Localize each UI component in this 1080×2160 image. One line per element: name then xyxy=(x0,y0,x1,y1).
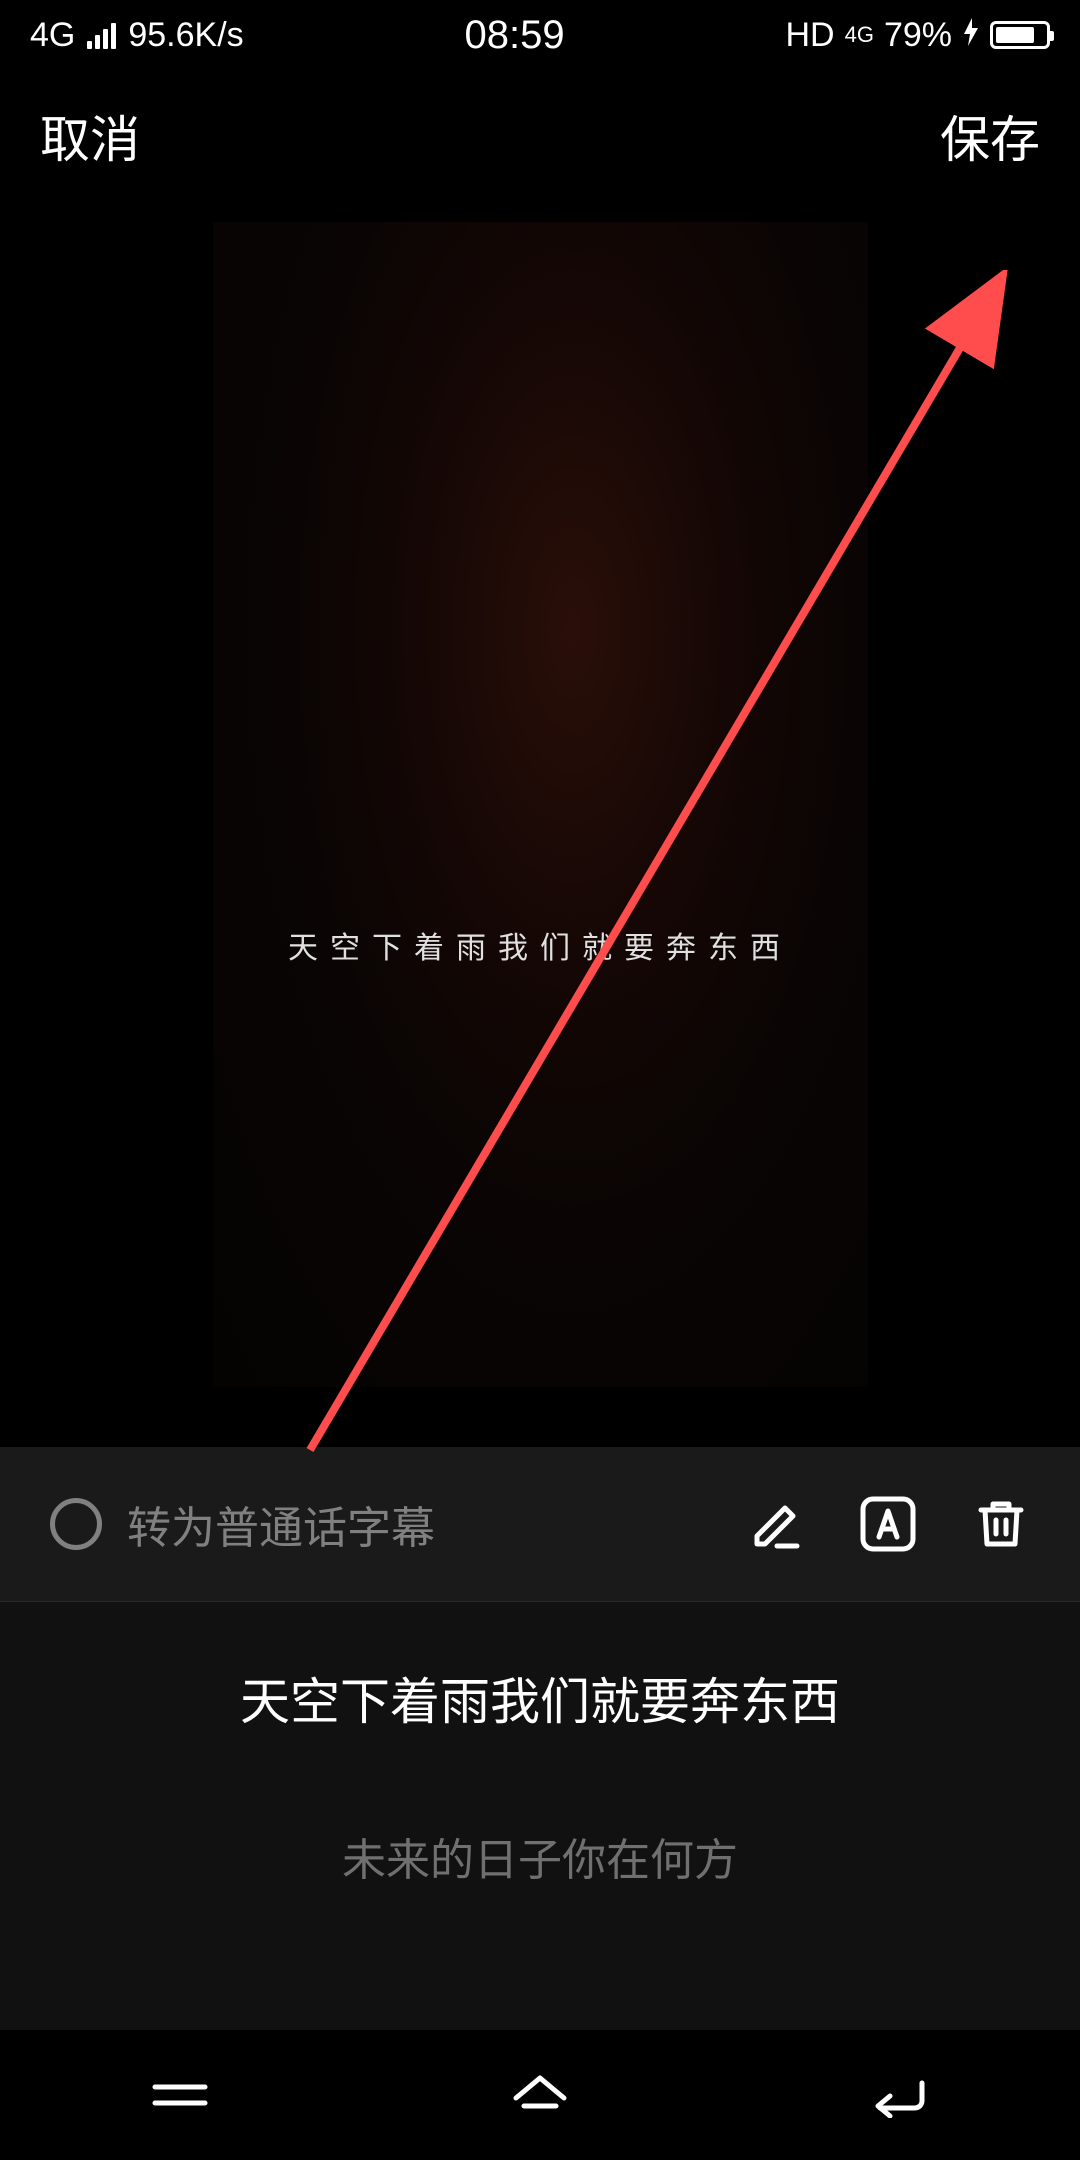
lyric-next[interactable]: 未来的日子你在何方 xyxy=(342,1824,738,1888)
battery-percent: 79% xyxy=(884,16,952,55)
radio-unchecked-icon xyxy=(50,1498,102,1550)
status-bar: 4G 95.6K/s 08:59 HD 4G 79% xyxy=(0,0,1080,70)
preview-subtitle-text: 天空下着雨我们就要奔东西 xyxy=(288,923,792,967)
status-left: 4G 95.6K/s xyxy=(30,16,244,55)
data-speed: 95.6K/s xyxy=(128,16,243,55)
delete-icon xyxy=(973,1496,1029,1552)
nav-recent-button[interactable] xyxy=(140,2065,220,2125)
edit-icon xyxy=(747,1496,803,1552)
convert-subtitle-label: 转为普通话字幕 xyxy=(127,1492,435,1556)
nav-back-button[interactable] xyxy=(860,2065,940,2125)
save-button[interactable]: 保存 xyxy=(940,100,1040,172)
charging-icon xyxy=(962,16,980,55)
lyric-current[interactable]: 天空下着雨我们就要奔东西 xyxy=(240,1662,840,1734)
status-time: 08:59 xyxy=(465,13,565,58)
font-button[interactable] xyxy=(859,1495,917,1553)
preview-area: 天空下着雨我们就要奔东西 xyxy=(0,212,1080,1447)
nav-home-button[interactable] xyxy=(500,2065,580,2125)
delete-button[interactable] xyxy=(972,1495,1030,1553)
home-icon xyxy=(510,2070,570,2120)
signal-icon xyxy=(87,21,116,49)
back-icon xyxy=(870,2073,930,2118)
preview-image[interactable]: 天空下着雨我们就要奔东西 xyxy=(213,222,868,1387)
lyrics-area: 天空下着雨我们就要奔东西 未来的日子你在何方 xyxy=(0,1602,1080,2102)
system-nav-bar xyxy=(0,2030,1080,2160)
cancel-button[interactable]: 取消 xyxy=(40,100,140,172)
network-4g-icon: 4G xyxy=(845,24,874,46)
app-header: 取消 保存 xyxy=(0,70,1080,212)
battery-icon xyxy=(990,21,1050,49)
network-type: 4G xyxy=(30,16,75,55)
toolbar: 转为普通话字幕 xyxy=(0,1447,1080,1602)
toolbar-icons xyxy=(746,1495,1030,1553)
recent-apps-icon xyxy=(150,2075,210,2115)
hd-indicator: HD xyxy=(785,16,834,55)
font-icon xyxy=(859,1495,917,1553)
edit-button[interactable] xyxy=(746,1495,804,1553)
convert-subtitle-option[interactable]: 转为普通话字幕 xyxy=(50,1492,746,1556)
status-right: HD 4G 79% xyxy=(785,16,1050,55)
